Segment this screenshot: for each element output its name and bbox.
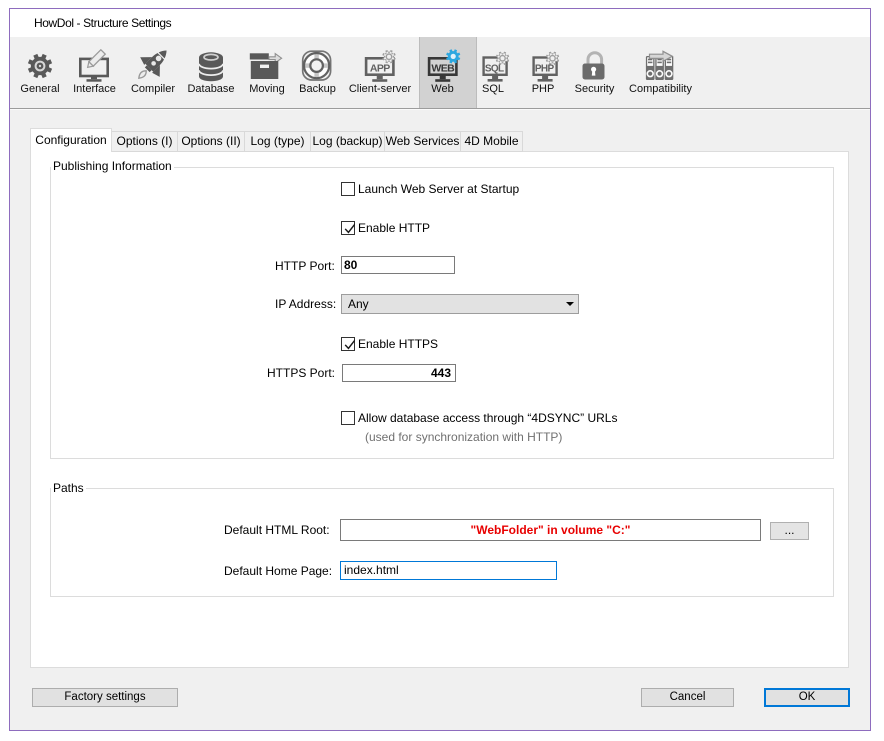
svg-text:WEB: WEB [431,63,455,75]
svg-text:PHP: PHP [535,63,555,74]
svg-text:SQL: SQL [485,63,504,74]
svg-text:APP: APP [370,63,390,75]
